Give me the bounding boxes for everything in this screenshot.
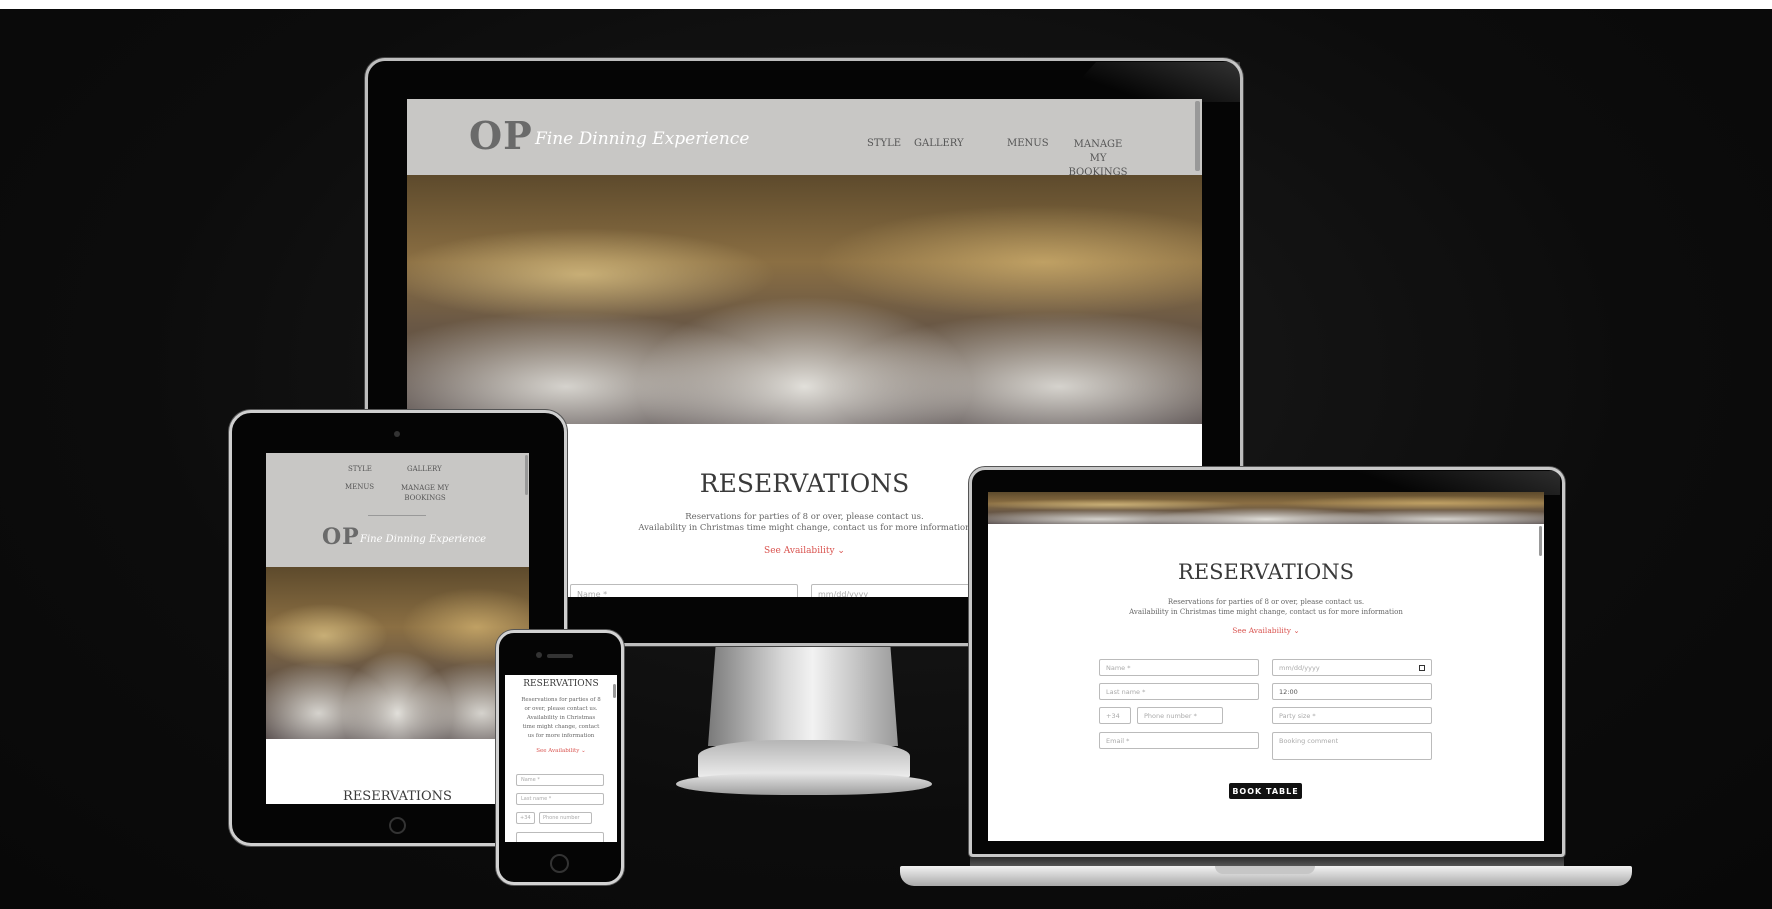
phone-name-field[interactable]: Name *: [516, 774, 604, 786]
tablet-hero-image: [266, 567, 529, 739]
laptop-comment-field[interactable]: Booking comment: [1272, 732, 1432, 760]
laptop-see-availability[interactable]: See Availability ⌄: [988, 626, 1544, 635]
laptop-reservations-info: Reservations for parties of 8 or over, p…: [988, 597, 1544, 617]
phone-country-code[interactable]: +34: [516, 812, 535, 824]
tablet-nav-style[interactable]: STYLE: [348, 465, 372, 473]
laptop-reservations-title: RESERVATIONS: [1178, 560, 1354, 584]
site-header: OP Fine Dinning Experience STYLE GALLERY…: [407, 99, 1202, 178]
tablet-nav-manage-bookings[interactable]: MANAGE MY BOOKINGS: [400, 483, 450, 503]
phone-scrollbar[interactable]: [613, 684, 616, 698]
tablet-nav-manage-line2: BOOKINGS: [404, 494, 446, 502]
name-field[interactable]: Name *: [570, 584, 798, 597]
phone-email-field[interactable]: [516, 832, 604, 842]
laptop-date-field[interactable]: mm/dd/yyyy: [1272, 659, 1432, 676]
tablet-logo[interactable]: OP: [322, 524, 360, 550]
monitor-stand-foot: [676, 773, 932, 795]
tablet-reservations-title: RESERVATIONS: [343, 789, 452, 804]
phone-info-l5: us for more information: [527, 733, 595, 739]
laptop-scrollbar[interactable]: [1539, 526, 1542, 556]
tablet-logo-tagline: Fine Dinning Experience: [360, 534, 487, 545]
hero-image: [407, 175, 1202, 424]
laptop-name-field[interactable]: Name *: [1099, 659, 1259, 676]
tablet-nav-menus[interactable]: MENUS: [345, 483, 374, 491]
monitor-stand-neck: [708, 646, 898, 746]
scrollbar[interactable]: [1195, 101, 1200, 171]
phone-camera: [536, 652, 542, 658]
phone-phone-field[interactable]: Phone number: [539, 812, 592, 824]
logo-tagline: Fine Dinning Experience: [535, 129, 750, 149]
phone-reservations-info: Reservations for parties of 8 or over, p…: [509, 696, 613, 741]
phone-reservations-title: RESERVATIONS: [523, 679, 599, 689]
laptop-party-size-field[interactable]: Party size *: [1272, 707, 1432, 724]
tablet-divider: [368, 515, 426, 516]
laptop-screen: RESERVATIONS Reservations for parties of…: [988, 492, 1544, 841]
nav-gallery[interactable]: GALLERY: [914, 138, 964, 149]
laptop-time-field[interactable]: 12:00: [1272, 683, 1432, 700]
tablet-screen: STYLE GALLERY MENUS MANAGE MY BOOKINGS O…: [266, 453, 529, 804]
tablet-nav-manage-line1: MANAGE MY: [400, 484, 450, 492]
tablet-camera: [394, 431, 400, 437]
book-table-button[interactable]: BOOK TABLE: [1229, 783, 1302, 799]
laptop-notch: [1215, 866, 1315, 874]
phone-home-button: [550, 854, 569, 873]
phone-see-availability[interactable]: See Availability ⌄: [505, 748, 617, 754]
phone-info-l2: or over, please contact us.: [524, 706, 598, 712]
nav-menus[interactable]: MENUS: [1007, 138, 1049, 149]
laptop-info-line2: Availability in Christmas time might cha…: [1129, 608, 1403, 616]
calendar-icon[interactable]: [1419, 664, 1425, 671]
phone-last-name-field[interactable]: Last name *: [516, 793, 604, 805]
tablet-home-button: [389, 817, 406, 834]
page-top-strip: [0, 0, 1772, 9]
laptop-phone-field[interactable]: Phone number *: [1137, 707, 1223, 724]
nav-manage-line1: MANAGE MY: [1073, 139, 1123, 164]
tablet-nav-gallery[interactable]: GALLERY: [407, 465, 442, 473]
laptop-country-code[interactable]: +34: [1099, 707, 1131, 724]
tablet-header: STYLE GALLERY MENUS MANAGE MY BOOKINGS O…: [266, 453, 529, 567]
phone-info-l4: time might change, contact: [522, 724, 600, 730]
laptop-last-name-field[interactable]: Last name *: [1099, 683, 1259, 700]
logo[interactable]: OP: [469, 113, 533, 158]
nav-manage-bookings[interactable]: MANAGE MY BOOKINGS: [1065, 138, 1131, 180]
laptop-hero-image: [988, 492, 1544, 524]
tablet-scrollbar[interactable]: [525, 455, 528, 495]
nav-style[interactable]: STYLE: [867, 138, 901, 149]
laptop-info-line1: Reservations for parties of 8 or over, p…: [1167, 598, 1365, 606]
phone-screen: RESERVATIONS Reservations for parties of…: [505, 675, 617, 842]
laptop-date-placeholder: mm/dd/yyyy: [1279, 663, 1320, 672]
phone-speaker: [547, 654, 573, 658]
phone-info-l1: Reservations for parties of 8: [521, 697, 601, 703]
phone-info-l3: Availability in Christmas: [526, 715, 596, 721]
laptop-email-field[interactable]: Email *: [1099, 732, 1259, 749]
